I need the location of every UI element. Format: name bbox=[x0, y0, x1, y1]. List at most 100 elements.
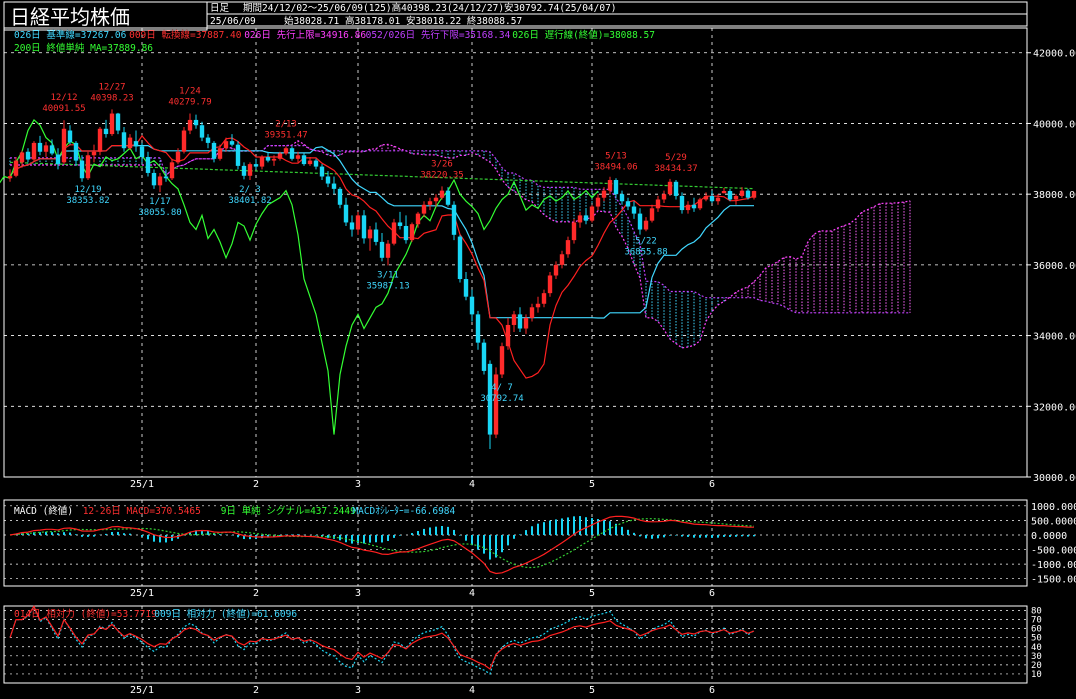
legend-item: 009日 転換線=37887.40 bbox=[129, 29, 242, 41]
candle-body bbox=[547, 275, 553, 294]
rsi-tick-label: 10 bbox=[1031, 670, 1042, 680]
candle-body bbox=[451, 204, 457, 235]
candle-body bbox=[277, 153, 283, 159]
candle-body bbox=[613, 180, 619, 195]
low-annotation: 2/ 3 bbox=[239, 185, 261, 195]
x-tick-label: 4 bbox=[469, 479, 475, 490]
chart-canvas: 日経平均株価 日足 期間24/12/02〜25/06/09(125)高40398… bbox=[0, 1, 1076, 696]
candle-body bbox=[409, 224, 415, 241]
candle-body bbox=[739, 190, 745, 196]
candle-body bbox=[517, 314, 523, 329]
candle-body bbox=[187, 119, 193, 131]
candle-body bbox=[595, 197, 601, 207]
candle-body bbox=[397, 222, 403, 226]
legend-item: 026日 基準線=37267.06 bbox=[14, 29, 127, 41]
candle-body bbox=[265, 157, 271, 161]
candle-body bbox=[649, 208, 655, 221]
x-tick-label: 25/1 bbox=[130, 588, 154, 599]
macd-signal-line bbox=[9, 518, 755, 569]
candle-body bbox=[361, 215, 367, 239]
candle-body bbox=[379, 241, 385, 258]
price-tick-label: 30000.00 bbox=[1033, 473, 1076, 484]
low-annotation: 30792.74 bbox=[480, 394, 523, 404]
candle-body bbox=[283, 148, 289, 154]
candle-body bbox=[19, 152, 25, 163]
x-tick-label: 5 bbox=[589, 479, 595, 490]
candle-body bbox=[139, 146, 145, 158]
low-annotation: 38401.82 bbox=[228, 196, 271, 206]
candle-body bbox=[709, 195, 715, 202]
candle-body bbox=[103, 128, 109, 135]
candle-body bbox=[523, 317, 529, 329]
candle-body bbox=[205, 137, 211, 143]
legend-item: 052/026日 先行下限=35168.34 bbox=[366, 29, 511, 41]
candle-body bbox=[199, 125, 205, 138]
candle-body bbox=[565, 240, 571, 255]
price-tick-label: 34000.00 bbox=[1033, 332, 1076, 343]
candle-body bbox=[193, 119, 199, 126]
x-tick-label: 25/1 bbox=[130, 479, 154, 490]
x-tick-label: 2 bbox=[253, 588, 259, 599]
candle-body bbox=[367, 229, 373, 239]
price-tick-label: 40000.00 bbox=[1033, 119, 1076, 130]
candle-body bbox=[541, 293, 547, 304]
candle-body bbox=[439, 190, 445, 198]
legend-item: 200日 終値単純 MA=37889.86 bbox=[14, 42, 153, 54]
candle-body bbox=[289, 148, 295, 159]
macd-tick-label: 0.0000 bbox=[1031, 531, 1067, 542]
price-tick-label: 32000.00 bbox=[1033, 402, 1076, 413]
x-tick-label: 25/1 bbox=[130, 685, 154, 696]
x-tick-label: 6 bbox=[709, 588, 715, 599]
candle-body bbox=[751, 191, 757, 198]
candle-body bbox=[55, 154, 61, 165]
rsi-legend-item: 009日 相対力 (終値)=61.6096 bbox=[154, 608, 297, 620]
candle-body bbox=[97, 128, 103, 152]
candle-body bbox=[163, 176, 169, 179]
price-tick-label: 42000.00 bbox=[1033, 49, 1076, 60]
candle-body bbox=[73, 142, 79, 161]
price-panel: 25/1 2 3 4 5 6 42000.00 40000.00 38000.00 36000.0… bbox=[0, 27, 1076, 490]
candle-body bbox=[109, 113, 115, 135]
low-annotation: 38353.82 bbox=[66, 196, 109, 206]
candle-body bbox=[325, 176, 331, 184]
high-annotation: 5/29 bbox=[665, 153, 687, 163]
period-info: 期間24/12/02〜25/06/09(125)高40398.23(24/12/… bbox=[243, 2, 617, 14]
high-annotation: 1/24 bbox=[179, 87, 201, 97]
candle-body bbox=[463, 279, 469, 297]
macd-histogram bbox=[15, 516, 755, 560]
x-tick-label: 6 bbox=[709, 685, 715, 696]
candle-body bbox=[235, 144, 241, 166]
candle-body bbox=[637, 213, 643, 230]
period-type: 日足 bbox=[210, 3, 230, 14]
candle-body bbox=[427, 201, 433, 205]
high-annotation: 40091.55 bbox=[42, 104, 85, 114]
candle-body bbox=[511, 314, 517, 325]
candle-body bbox=[25, 151, 31, 160]
candle-body bbox=[175, 151, 181, 163]
candle-body bbox=[259, 157, 265, 167]
low-annotation: 3/11 bbox=[377, 270, 399, 280]
high-annotation: 38220.35 bbox=[420, 170, 463, 180]
candle-body bbox=[253, 164, 259, 167]
candle-body bbox=[475, 314, 481, 343]
ma200-line bbox=[9, 161, 755, 190]
candle-body bbox=[223, 141, 229, 149]
x-tick-label: 4 bbox=[469, 685, 475, 696]
macd-legend-item: 9日 単純 シグナル=437.2449 bbox=[221, 505, 356, 517]
macd-tick-label: 1000.0000 bbox=[1031, 502, 1076, 513]
candle-body bbox=[667, 181, 673, 195]
candle-body bbox=[133, 141, 139, 147]
candle-body bbox=[679, 195, 685, 211]
candle-body bbox=[121, 132, 127, 149]
candle-body bbox=[91, 151, 97, 156]
high-annotation: 3/26 bbox=[431, 159, 453, 169]
candle-body bbox=[661, 194, 667, 200]
candle-body bbox=[715, 197, 721, 202]
candle-body bbox=[655, 199, 661, 209]
x-tick-label: 2 bbox=[253, 479, 259, 490]
high-annotation: 5/13 bbox=[605, 151, 627, 161]
candle-body bbox=[301, 155, 307, 165]
candle-body bbox=[349, 222, 355, 230]
candle-body bbox=[583, 215, 589, 221]
candle-body bbox=[631, 206, 637, 214]
